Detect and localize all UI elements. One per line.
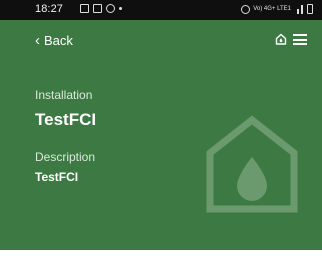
description-label: Description [35, 150, 96, 164]
chevron-left-icon: ‹ [35, 32, 40, 49]
signal-strength-icon [294, 4, 304, 14]
installation-label: Installation [35, 88, 93, 102]
more-notifications-dot-icon [119, 7, 122, 10]
back-button[interactable]: ‹ Back [35, 33, 73, 48]
menu-line [293, 43, 307, 45]
network-type-label: Vo) 4G+ LTE1 [253, 6, 291, 12]
gallery-notification-icon [93, 4, 102, 13]
system-icons: Vo) 4G+ LTE1 [241, 4, 313, 14]
description-value: TestFCI [35, 170, 79, 184]
alarm-icon [241, 4, 251, 14]
top-navigation: ‹ Back [0, 20, 322, 62]
home-icon[interactable] [275, 33, 287, 45]
back-label: Back [44, 33, 73, 48]
image-notification-icon [80, 4, 89, 13]
water-drop-house-icon [206, 115, 298, 213]
hamburger-menu-icon[interactable] [293, 34, 307, 45]
messenger-notification-icon [106, 4, 115, 13]
menu-line [293, 38, 307, 41]
installation-value: TestFCI [35, 110, 97, 129]
app-screen: 18:27 Vo) 4G+ LTE1 ‹ Back Installation T… [0, 0, 322, 250]
status-bar: 18:27 Vo) 4G+ LTE1 [0, 0, 322, 20]
battery-icon [307, 4, 313, 14]
notification-icons [80, 4, 122, 13]
menu-line [293, 34, 307, 36]
status-time: 18:27 [35, 3, 64, 15]
